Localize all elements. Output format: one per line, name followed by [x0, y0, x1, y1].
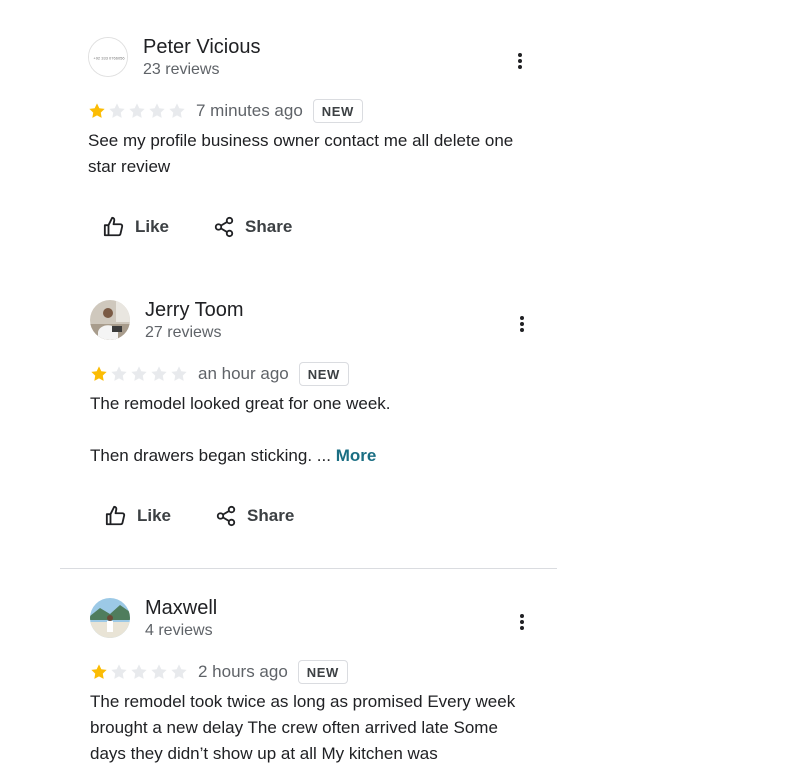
star-filled-icon [91, 664, 107, 679]
star-filled-icon [91, 366, 107, 381]
star-filled-icon [89, 103, 105, 118]
star-empty-icon [149, 103, 165, 118]
review-time: an hour ago [198, 364, 289, 383]
avatar-text: +92 333 0766056 [93, 56, 125, 61]
new-badge: NEW [297, 660, 348, 684]
star-empty-icon [151, 664, 167, 679]
divider [60, 568, 557, 569]
thumb-up-icon [105, 505, 126, 526]
more-vert-icon [520, 316, 524, 332]
review-paragraph: See my profile business owner contact me… [88, 131, 514, 176]
like-button[interactable]: Like [103, 216, 169, 238]
star-rating [88, 102, 186, 120]
review-paragraph: The remodel took twice as long as promis… [90, 692, 516, 763]
review-header: +92 333 0766056 Peter Vicious 23 reviews [88, 36, 558, 85]
reviewer-name[interactable]: Maxwell [145, 597, 217, 620]
review-paragraph-continued: Then drawers began sticking. ... More [90, 443, 530, 469]
review-card: Jerry Toom 27 reviews an hour ago NEW Th… [90, 299, 560, 527]
share-label: Share [247, 506, 295, 525]
review-count: 27 reviews [145, 324, 222, 341]
star-empty-icon [171, 664, 187, 679]
review-card: Maxwell 4 reviews 2 hours ago NEW The re… [90, 597, 560, 763]
avatar[interactable]: +92 333 0766056 [88, 37, 128, 77]
share-icon [216, 505, 236, 527]
review-snippet: Then drawers began sticking. ... [90, 446, 331, 465]
avatar[interactable] [90, 300, 130, 340]
review-time: 7 minutes ago [196, 101, 303, 120]
share-label: Share [245, 217, 293, 236]
review-card: +92 333 0766056 Peter Vicious 23 reviews… [88, 36, 558, 238]
review-paragraph: The remodel looked great for one week. [90, 394, 391, 413]
star-empty-icon [131, 664, 147, 679]
review-header: Maxwell 4 reviews [90, 597, 560, 646]
star-rating [90, 365, 188, 383]
review-meta: an hour ago NEW [90, 361, 349, 387]
more-options-button[interactable] [508, 49, 532, 73]
like-label: Like [135, 217, 170, 236]
review-text: See my profile business owner contact me… [88, 128, 528, 180]
review-meta: 7 minutes ago NEW [88, 98, 363, 124]
like-label: Like [137, 506, 172, 525]
more-options-button[interactable] [510, 312, 534, 336]
review-meta: 2 hours ago NEW [90, 659, 348, 685]
review-header: Jerry Toom 27 reviews [90, 299, 560, 348]
new-badge: NEW [312, 99, 363, 123]
star-empty-icon [129, 103, 145, 118]
share-button[interactable]: Share [215, 505, 294, 527]
reviews-list: +92 333 0766056 Peter Vicious 23 reviews… [0, 0, 812, 771]
star-empty-icon [151, 366, 167, 381]
review-actions: Like Share [103, 216, 292, 238]
review-actions: Like Share [105, 505, 294, 527]
share-icon [214, 216, 234, 238]
star-empty-icon [109, 103, 125, 118]
star-empty-icon [169, 103, 185, 118]
more-vert-icon [520, 614, 524, 630]
star-rating [90, 663, 188, 681]
review-time: 2 hours ago [198, 662, 288, 681]
star-empty-icon [131, 366, 147, 381]
review-text: The remodel took twice as long as promis… [90, 689, 530, 767]
review-count: 4 reviews [145, 622, 213, 639]
review-text: The remodel looked great for one week. T… [90, 391, 530, 469]
like-button[interactable]: Like [105, 505, 171, 527]
more-link[interactable]: More [336, 446, 377, 465]
new-badge: NEW [298, 362, 349, 386]
reviewer-name[interactable]: Peter Vicious [143, 36, 260, 59]
reviewer-name[interactable]: Jerry Toom [145, 299, 244, 322]
more-vert-icon [518, 53, 522, 69]
review-count: 23 reviews [143, 61, 220, 78]
star-empty-icon [111, 366, 127, 381]
share-button[interactable]: Share [213, 216, 292, 238]
avatar[interactable] [90, 598, 130, 638]
more-options-button[interactable] [510, 610, 534, 634]
star-empty-icon [111, 664, 127, 679]
star-empty-icon [171, 366, 187, 381]
thumb-up-icon [103, 216, 124, 237]
